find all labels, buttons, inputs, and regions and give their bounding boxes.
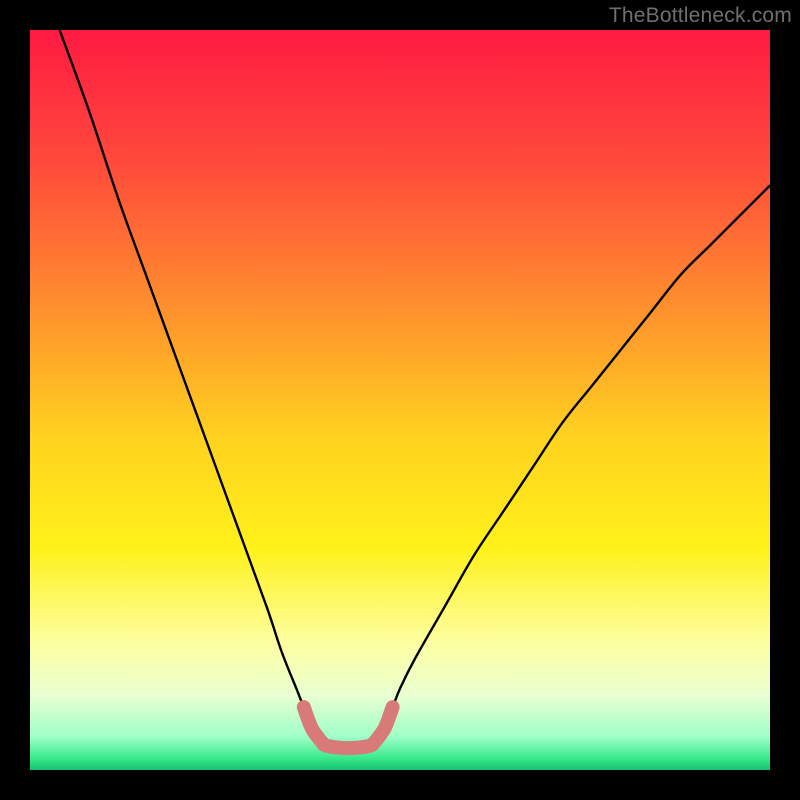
gradient-bg — [30, 30, 770, 770]
bottleneck-chart — [30, 30, 770, 770]
watermark-text: TheBottleneck.com — [609, 4, 792, 28]
chart-frame: TheBottleneck.com — [0, 0, 800, 800]
